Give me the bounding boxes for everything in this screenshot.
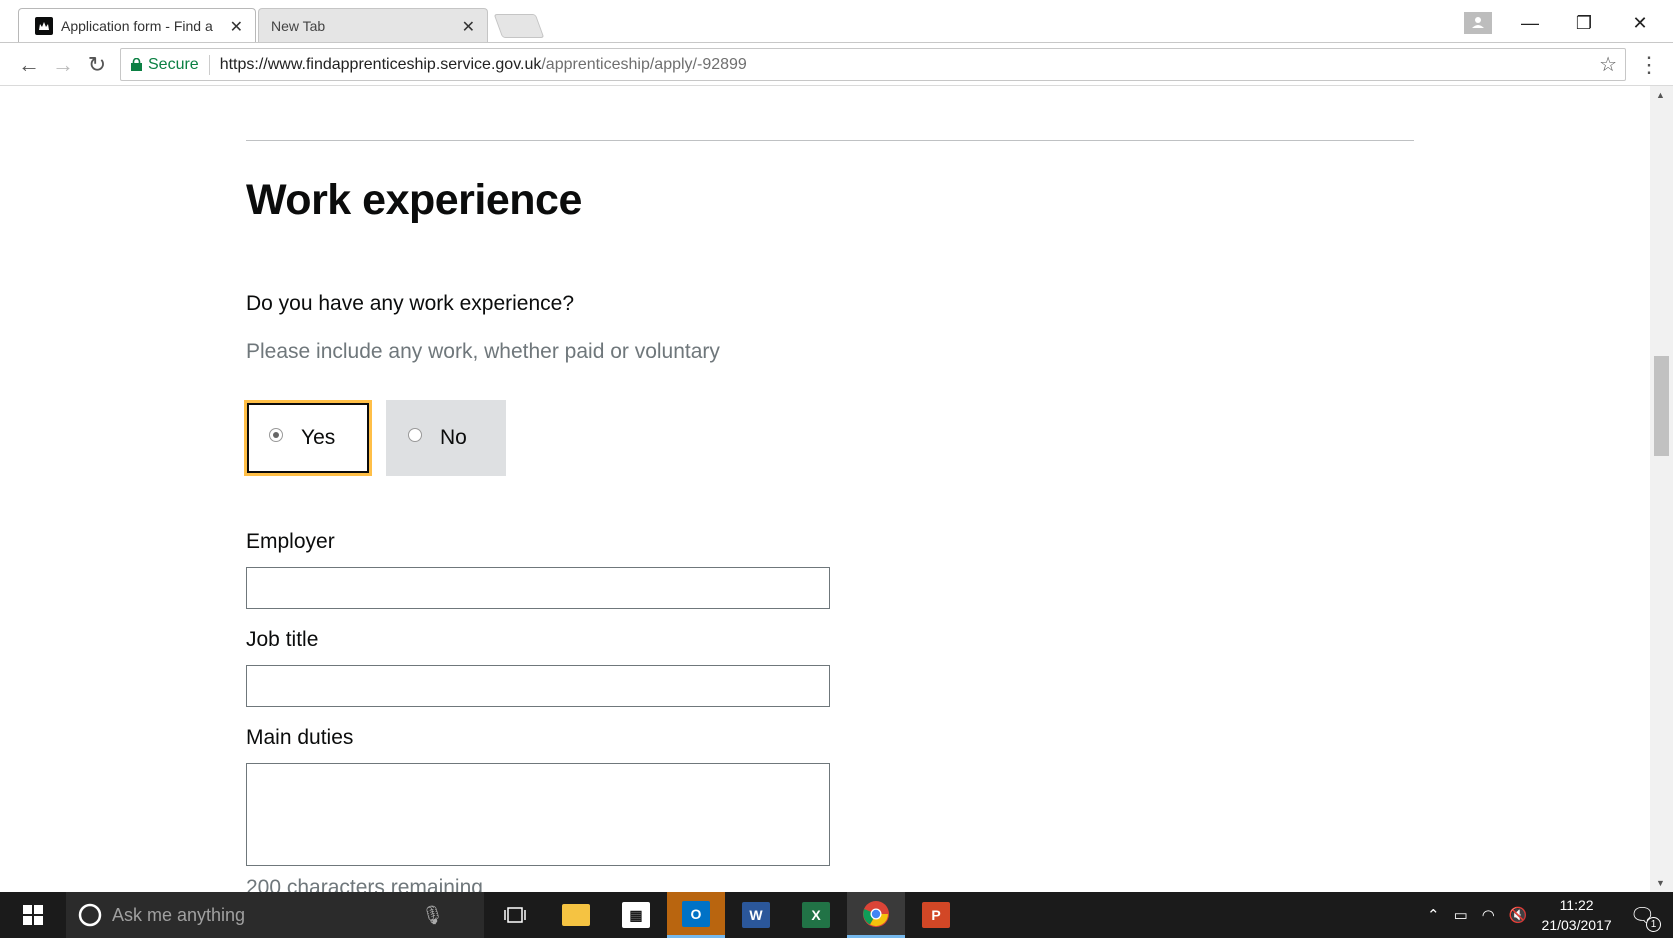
notification-count-badge: 1 xyxy=(1646,916,1661,932)
tab-application-form[interactable]: Application form - Find a ✕ xyxy=(18,8,256,42)
microphone-icon[interactable]: 🎙 xyxy=(421,905,444,926)
radio-option-no[interactable]: No xyxy=(386,400,506,476)
tab-title: New Tab xyxy=(271,17,326,34)
bookmark-star-icon[interactable]: ☆ xyxy=(1599,52,1617,77)
character-counter: 200 characters remaining xyxy=(246,876,483,892)
back-arrow-icon[interactable]: ← xyxy=(16,52,42,78)
url-path: /apprenticeship/apply/-92899 xyxy=(541,55,747,73)
reload-icon[interactable]: ↻ xyxy=(84,52,110,78)
radio-label-yes: Yes xyxy=(301,426,336,449)
url-host: https://www.findapprenticeship.service.g… xyxy=(219,55,542,73)
cortana-search-box[interactable]: Ask me anything 🎙 xyxy=(66,892,484,938)
cortana-circle-icon xyxy=(78,903,102,927)
secure-label: Secure xyxy=(148,55,199,73)
job-title-label: Job title xyxy=(246,628,319,651)
scroll-up-arrow-icon[interactable]: ▲ xyxy=(1656,90,1665,100)
clock-date: 21/03/2017 xyxy=(1541,917,1612,933)
scroll-thumb[interactable] xyxy=(1654,356,1669,456)
address-bar[interactable]: Secure https://www.findapprenticeship.se… xyxy=(120,48,1626,81)
outlook-icon[interactable]: O xyxy=(667,892,725,938)
store-icon[interactable]: ▦ xyxy=(607,892,665,938)
minimize-icon[interactable]: — xyxy=(1506,8,1554,38)
search-placeholder: Ask me anything xyxy=(112,904,246,925)
page-heading: Work experience xyxy=(246,176,582,224)
word-icon[interactable]: W xyxy=(727,892,785,938)
task-view-icon[interactable] xyxy=(486,892,544,938)
section-divider xyxy=(246,140,1414,141)
lock-icon xyxy=(131,58,142,71)
chrome-icon[interactable] xyxy=(847,892,905,938)
url-separator xyxy=(208,54,210,75)
system-tray: ⌃ ▭ ◠ 🔇 11:22 21/03/2017 🗨 1 xyxy=(1427,892,1673,938)
radio-selected-icon[interactable] xyxy=(269,428,283,442)
tab-new-tab[interactable]: New Tab ✕ xyxy=(258,8,488,42)
clock[interactable]: 11:22 21/03/2017 xyxy=(1542,895,1612,935)
page-content: Work experience Do you have any work exp… xyxy=(0,86,1650,892)
forward-arrow-icon[interactable]: → xyxy=(50,52,76,78)
browser-toolbar: ← → ↻ Secure https://www.findapprentices… xyxy=(0,42,1673,86)
tab-close-icon[interactable]: ✕ xyxy=(230,17,243,37)
main-duties-label: Main duties xyxy=(246,726,354,749)
radio-label-no: No xyxy=(440,426,467,449)
file-explorer-icon[interactable] xyxy=(547,892,605,938)
job-title-field[interactable] xyxy=(246,665,830,707)
profile-icon[interactable] xyxy=(1454,8,1502,38)
question-text: Do you have any work experience? xyxy=(246,292,575,315)
crown-favicon-icon xyxy=(35,16,53,35)
powerpoint-icon[interactable]: P xyxy=(907,892,965,938)
employer-label: Employer xyxy=(246,530,335,553)
vertical-scrollbar[interactable]: ▲ ▼ xyxy=(1650,86,1673,892)
hint-text: Please include any work, whether paid or… xyxy=(246,340,720,363)
excel-icon[interactable]: X xyxy=(787,892,845,938)
menu-kebab-icon[interactable]: ⋮ xyxy=(1636,52,1662,78)
scroll-down-arrow-icon[interactable]: ▼ xyxy=(1656,878,1665,888)
radio-option-yes[interactable]: Yes xyxy=(244,400,372,476)
battery-icon[interactable]: ▭ xyxy=(1454,906,1468,924)
tab-strip: Application form - Find a ✕ New Tab ✕ — … xyxy=(0,0,1673,42)
restore-icon[interactable]: ❐ xyxy=(1560,8,1608,38)
start-windows-icon[interactable] xyxy=(0,892,66,938)
windows-taskbar: Ask me anything 🎙 ▦ O W X P ⌃ ▭ ◠ 🔇 11:2… xyxy=(0,892,1673,938)
clock-time: 11:22 xyxy=(1559,897,1594,913)
main-duties-textarea[interactable] xyxy=(246,763,830,866)
new-tab-button[interactable] xyxy=(493,14,545,38)
employer-field[interactable] xyxy=(246,567,830,609)
close-window-icon[interactable]: ✕ xyxy=(1616,8,1664,38)
tab-title: Application form - Find a xyxy=(61,17,213,34)
wifi-icon[interactable]: ◠ xyxy=(1482,906,1495,924)
tray-chevron-up-icon[interactable]: ⌃ xyxy=(1427,906,1440,924)
action-center-icon[interactable]: 🗨 1 xyxy=(1630,903,1661,932)
tab-close-icon[interactable]: ✕ xyxy=(462,17,475,37)
volume-muted-icon[interactable]: 🔇 xyxy=(1509,906,1528,924)
radio-unselected-icon[interactable] xyxy=(408,428,422,442)
